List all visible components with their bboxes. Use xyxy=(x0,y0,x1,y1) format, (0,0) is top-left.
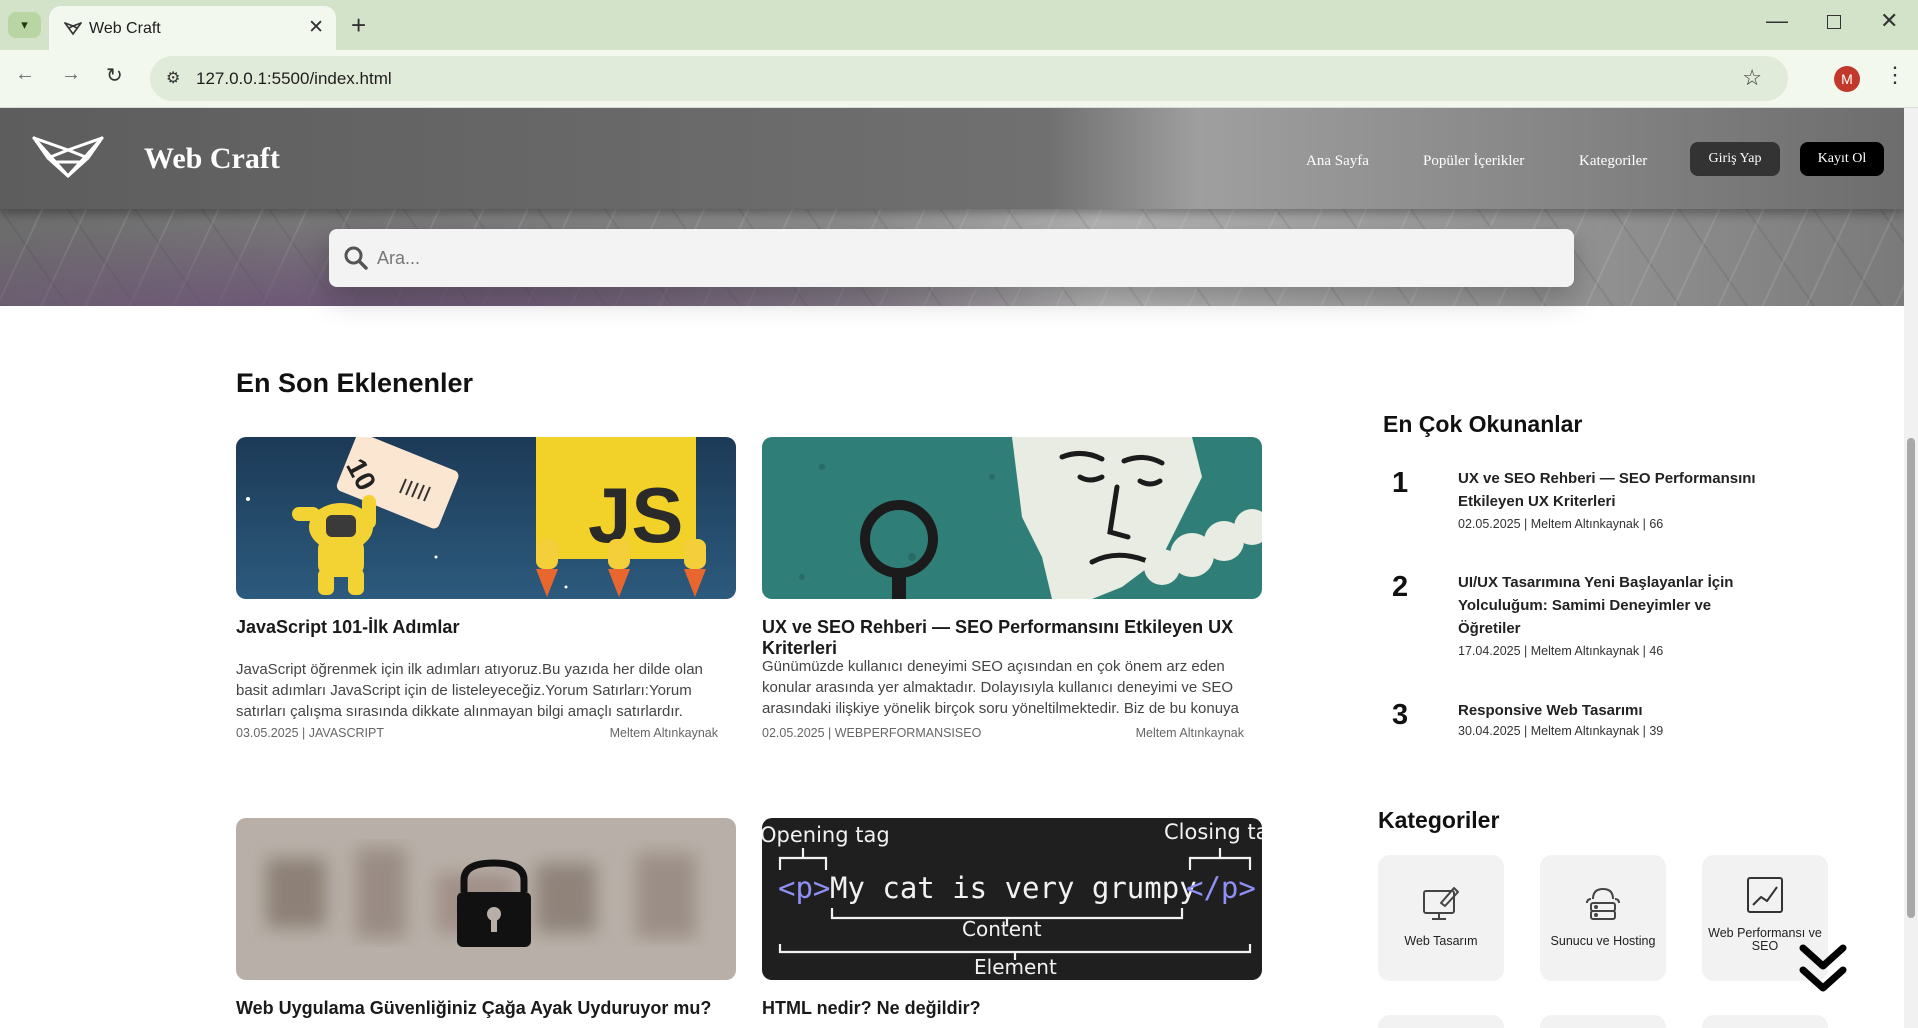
article-title[interactable]: HTML nedir? Ne değildir? xyxy=(762,998,1262,1019)
open-tag-text: <p> xyxy=(778,871,830,905)
article-image[interactable]: Opening tag Closing tag <p> My cat is ve… xyxy=(762,818,1262,980)
popular-list-item[interactable]: 3 Responsive Web Tasarımı 30.04.2025 | M… xyxy=(1392,699,1762,749)
nav-link-home[interactable]: Ana Sayfa xyxy=(1306,153,1369,170)
register-button[interactable]: Kayıt Ol xyxy=(1800,142,1884,176)
url-text[interactable]: 127.0.0.1:5500/index.html xyxy=(196,69,392,89)
browser-tab-active[interactable]: Web Craft ✕ xyxy=(49,6,336,50)
brand-name[interactable]: Web Craft xyxy=(144,142,280,176)
logo-icon[interactable] xyxy=(30,132,106,182)
article-title[interactable]: JavaScript 101-İlk Adımlar xyxy=(236,617,736,638)
tab-close-icon[interactable]: ✕ xyxy=(308,16,324,39)
popular-list-item[interactable]: 2 UI/UX Tasarımına Yeni Başlayanlar İçin… xyxy=(1392,571,1762,663)
popular-rank: 1 xyxy=(1392,467,1409,499)
content-label: Content xyxy=(962,917,1042,941)
article-excerpt: JavaScript öğrenmek için ilk adımları at… xyxy=(236,661,703,720)
category-label: Web Tasarım xyxy=(1404,934,1478,948)
reload-icon[interactable]: ↻ xyxy=(106,63,123,88)
article-meta: 03.05.2025 | JAVASCRIPT xyxy=(236,726,384,740)
article-card[interactable]: UX ve SEO Rehberi — SEO Performansını Et… xyxy=(762,437,1262,740)
page-scrollbar[interactable] xyxy=(1904,108,1918,1028)
site-header: Web Craft Ana Sayfa Popüler İçerikler Ka… xyxy=(0,108,1904,209)
chart-line-icon xyxy=(1747,877,1783,913)
article-card[interactable]: Web Uygulama Güvenliğiniz Çağa Ayak Uydu… xyxy=(236,818,736,1028)
popular-meta: 30.04.2025 | Meltem Altınkaynak | 39 xyxy=(1458,724,1664,738)
popular-title[interactable]: Responsive Web Tasarımı xyxy=(1458,699,1768,722)
site-info-icon[interactable]: ⚙ xyxy=(166,68,180,88)
login-button[interactable]: Giriş Yap xyxy=(1690,142,1780,176)
popular-rank: 3 xyxy=(1392,699,1409,731)
popular-rank: 2 xyxy=(1392,571,1409,603)
new-tab-button[interactable]: + xyxy=(351,10,366,41)
profile-avatar[interactable]: M xyxy=(1834,66,1860,92)
category-card[interactable] xyxy=(1702,1015,1828,1028)
category-card-web-design[interactable]: Web Tasarım xyxy=(1378,855,1504,981)
scrollbar-thumb[interactable] xyxy=(1907,438,1915,918)
article-author: Meltem Altınkaynak xyxy=(1135,726,1244,740)
monitor-pen-icon xyxy=(1423,887,1459,920)
scroll-down-chevron-icon[interactable] xyxy=(1798,940,1848,998)
latest-section-title: En Son Eklenenler xyxy=(236,368,474,398)
close-tag-text: </p> xyxy=(1186,871,1256,905)
popular-title[interactable]: UI/UX Tasarımına Yeni Başlayanlar İçin Y… xyxy=(1458,571,1768,640)
browser-tab-bar: ▾ Web Craft ✕ + — ✕ xyxy=(0,0,1918,50)
article-image[interactable] xyxy=(762,437,1262,599)
search-icon xyxy=(344,246,368,270)
search-input[interactable] xyxy=(377,229,1557,287)
element-label: Element xyxy=(974,955,1057,979)
browser-menu-icon[interactable]: ⋮ xyxy=(1884,62,1906,88)
window-close-button[interactable]: ✕ xyxy=(1880,8,1898,34)
popular-section-title: En Çok Okunanlar xyxy=(1383,411,1583,437)
popular-meta: 02.05.2025 | Meltem Altınkaynak | 66 xyxy=(1458,517,1664,531)
article-excerpt: Günümüzde kullanıcı deneyimi SEO açısınd… xyxy=(762,658,1239,717)
cloud-server-icon xyxy=(1586,888,1620,920)
article-card[interactable]: JS 10 JavaScript 101-İlk Adımlar JavaScr… xyxy=(236,437,736,740)
article-title[interactable]: UX ve SEO Rehberi — SEO Performansını Et… xyxy=(762,617,1262,659)
forward-arrow-icon[interactable]: → xyxy=(61,63,81,86)
categories-section-title: Kategoriler xyxy=(1378,807,1500,833)
popular-list-item[interactable]: 1 UX ve SEO Rehberi — SEO Performansını … xyxy=(1392,467,1762,537)
opening-tag-label: Opening tag xyxy=(762,823,890,847)
back-arrow-icon[interactable]: ← xyxy=(15,63,35,86)
popular-meta: 17.04.2025 | Meltem Altınkaynak | 46 xyxy=(1458,644,1664,658)
article-image[interactable]: JS 10 xyxy=(236,437,736,599)
category-label: Sunucu ve Hosting xyxy=(1550,934,1656,948)
tab-search-chevron-icon[interactable]: ▾ xyxy=(8,12,41,38)
address-bar[interactable]: ⚙ 127.0.0.1:5500/index.html ☆ xyxy=(150,56,1788,101)
popular-title[interactable]: UX ve SEO Rehberi — SEO Performansını Et… xyxy=(1458,467,1768,513)
nav-link-popular[interactable]: Popüler İçerikler xyxy=(1423,153,1524,170)
article-card[interactable]: Opening tag Closing tag <p> My cat is ve… xyxy=(762,818,1262,1028)
category-card-hosting[interactable]: Sunucu ve Hosting xyxy=(1540,855,1666,981)
category-card[interactable] xyxy=(1540,1015,1666,1028)
article-title[interactable]: Web Uygulama Güvenliğiniz Çağa Ayak Uydu… xyxy=(236,998,736,1019)
search-bar xyxy=(329,229,1574,287)
article-meta: 02.05.2025 | WEBPERFORMANSISEO xyxy=(762,726,982,740)
browser-toolbar: ← → ↻ ⚙ 127.0.0.1:5500/index.html ☆ M ⋮ xyxy=(0,50,1918,108)
article-image[interactable] xyxy=(236,818,736,980)
content-code-text: My cat is very grumpy xyxy=(830,871,1197,905)
bookmark-star-icon[interactable]: ☆ xyxy=(1742,65,1762,91)
tab-title: Web Craft xyxy=(89,20,161,37)
js-logo-text: JS xyxy=(588,471,683,559)
site-favicon-icon xyxy=(64,22,82,36)
page-viewport: Web Craft Ana Sayfa Popüler İçerikler Ka… xyxy=(0,108,1904,1028)
window-restore-button[interactable] xyxy=(1827,15,1841,29)
nav-link-categories[interactable]: Kategoriler xyxy=(1579,153,1647,170)
category-card[interactable] xyxy=(1378,1015,1504,1028)
window-minimize-button[interactable]: — xyxy=(1766,8,1788,34)
closing-tag-label: Closing tag xyxy=(1164,820,1262,844)
article-author: Meltem Altınkaynak xyxy=(609,726,718,740)
